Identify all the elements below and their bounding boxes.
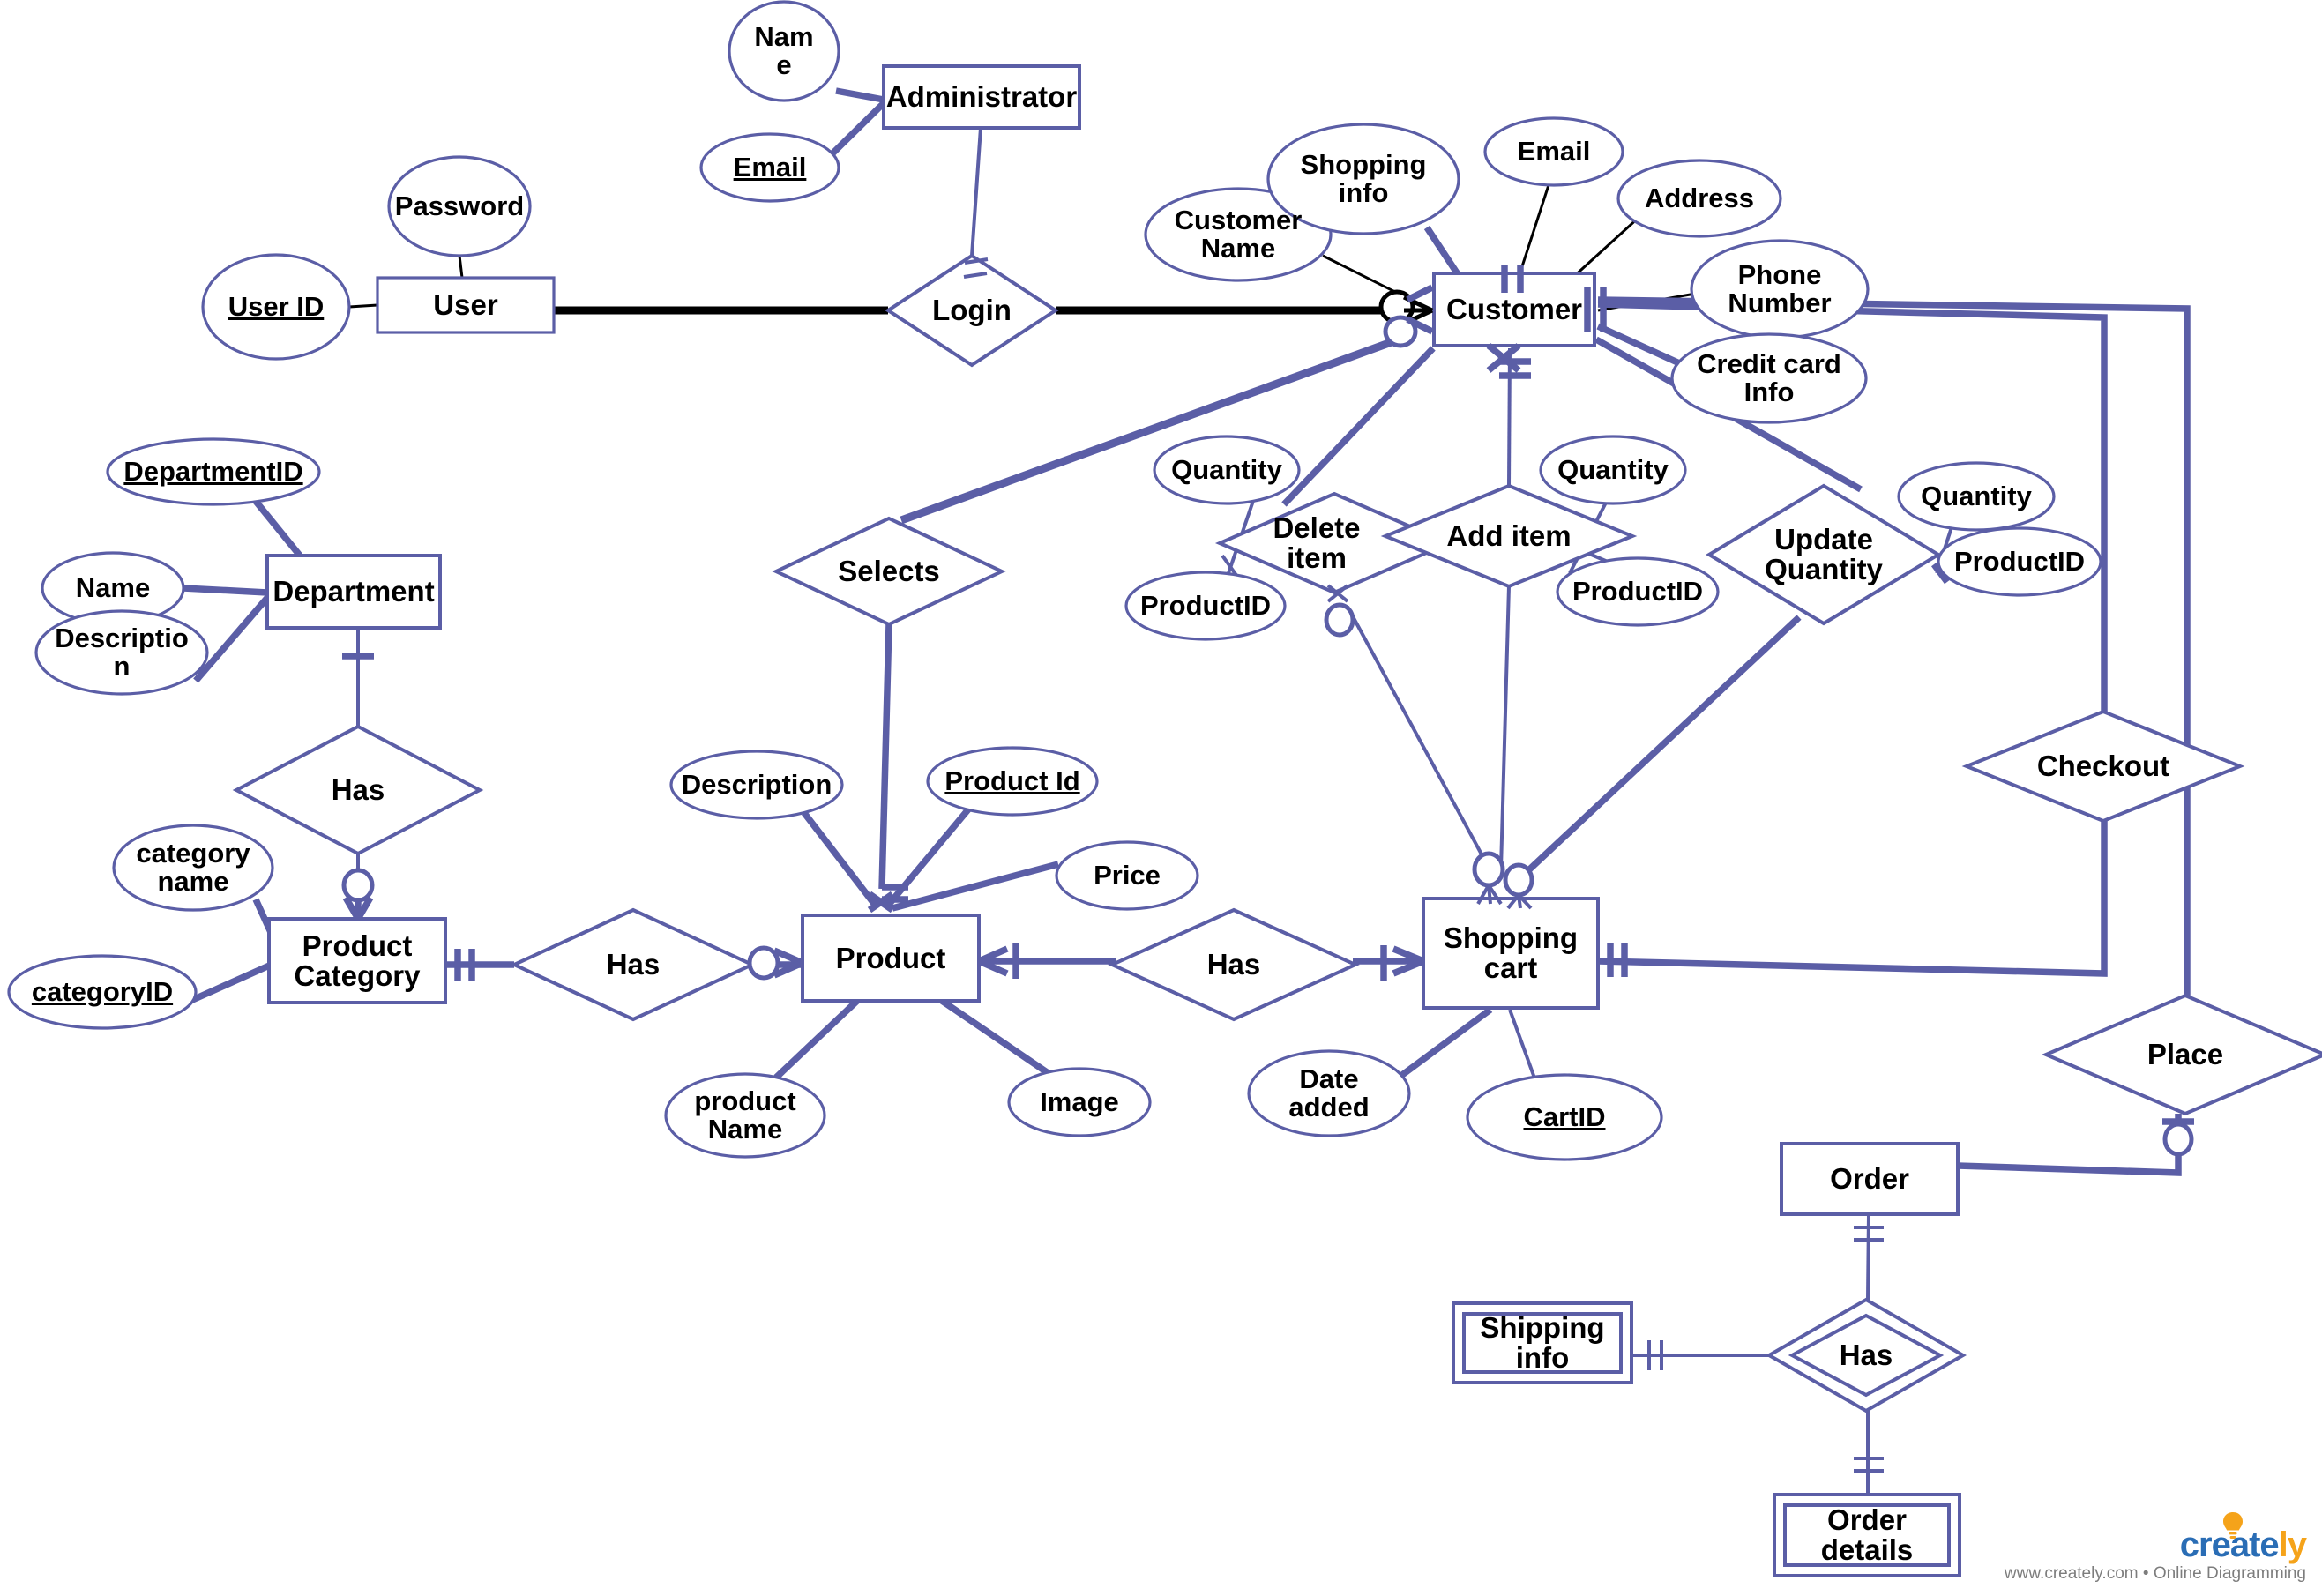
entity-customer <box>1432 272 1596 347</box>
attribute-product-price <box>1055 840 1199 911</box>
er-diagram-svg: .ln { stroke:#5b5ea6; stroke-width:4; fi… <box>7 0 2322 1577</box>
entity-product-category <box>267 917 447 1004</box>
attribute-user-id <box>201 253 351 361</box>
attribute-product-image <box>1007 1067 1152 1137</box>
creately-wordmark: creately <box>2179 1525 2307 1565</box>
entity-user <box>376 276 556 334</box>
relationship-login <box>885 253 1059 368</box>
attribute-add-productid <box>1556 556 1720 627</box>
attribute-cart-id <box>1466 1073 1663 1161</box>
relationship-place <box>2041 993 2322 1116</box>
entity-product <box>801 914 981 1003</box>
relationship-selects <box>772 516 1006 627</box>
entity-department <box>265 554 442 630</box>
attribute-shopping-info <box>1266 123 1460 235</box>
attribute-product-id <box>926 746 1099 817</box>
brand-name-part1: creat <box>2179 1525 2261 1564</box>
entity-administrator <box>882 64 1081 130</box>
entity-shipping-info <box>1452 1301 1633 1384</box>
attribute-add-quantity <box>1539 435 1687 505</box>
brand-name-part2: e <box>2259 1525 2279 1564</box>
attribute-category-id <box>7 954 198 1030</box>
brand-tagline: www.creately.com • Online Diagramming <box>2004 1564 2306 1583</box>
cardinality-prodcat-top <box>341 868 375 921</box>
attribute-category-name <box>112 824 274 912</box>
relationship-has-product-cart <box>1108 907 1360 1022</box>
attribute-update-productid <box>1937 526 2102 597</box>
entity-order <box>1780 1142 1960 1216</box>
attribute-delete-quantity <box>1153 435 1301 505</box>
attribute-delete-productid <box>1124 571 1287 641</box>
attribute-phone-number <box>1690 239 1870 339</box>
attribute-credit-card-info <box>1670 332 1868 424</box>
cardinality-product-left <box>747 945 804 981</box>
cardinality-place <box>2162 1118 2194 1157</box>
attribute-user-password <box>387 155 532 257</box>
relationship-has-category-product <box>510 907 757 1022</box>
relationship-checkout <box>1961 709 2245 824</box>
attribute-update-quantity-qty <box>1897 461 2056 532</box>
relationship-has-department-category <box>232 724 484 856</box>
attribute-product-name <box>664 1072 826 1159</box>
attribute-date-added <box>1247 1049 1411 1137</box>
er-diagram-canvas: .ln { stroke:#5b5ea6; stroke-width:4; fi… <box>0 0 2322 1596</box>
brand-name-part3: ly <box>2278 1525 2307 1564</box>
entity-order-details <box>1773 1493 1961 1577</box>
creately-watermark: creately www.creately.com • Online Diagr… <box>2005 1504 2313 1589</box>
attribute-department-id <box>106 437 321 506</box>
attribute-admin-email <box>699 132 840 203</box>
attribute-admin-name <box>728 0 840 102</box>
cardinality-delete-item <box>1324 584 1355 638</box>
relationship-has-order-details <box>1765 1297 1967 1413</box>
attribute-customer-email <box>1483 116 1624 187</box>
attribute-product-description <box>669 750 844 820</box>
attribute-department-description <box>34 609 209 696</box>
entity-shopping-cart <box>1422 897 1600 1010</box>
attribute-customer-address <box>1616 159 1782 238</box>
